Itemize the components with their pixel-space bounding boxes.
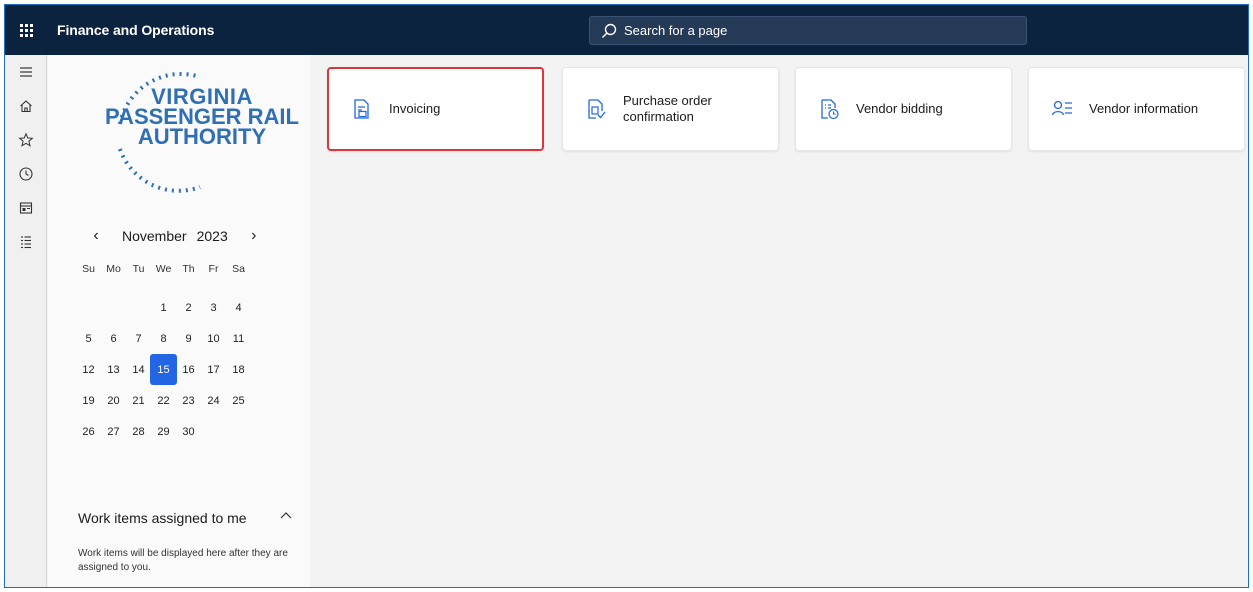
logo-text: VIRGINIA PASSENGER RAIL AUTHORITY	[102, 86, 302, 149]
home-button[interactable]	[5, 89, 47, 123]
tile-purchase-order-confirmation[interactable]: Purchase order confirmation	[562, 67, 779, 151]
chevron-up-icon	[280, 512, 292, 519]
calendar-day[interactable]: 18	[226, 354, 251, 385]
calendar-month[interactable]: November	[122, 228, 187, 244]
calendar-day[interactable]: 28	[126, 416, 151, 447]
star-icon	[18, 132, 34, 147]
calendar-day[interactable]: 27	[101, 416, 126, 447]
next-month-button[interactable]: ›	[242, 224, 266, 248]
tile-label: Invoicing	[389, 101, 441, 116]
calendar-day[interactable]: 1	[151, 292, 176, 323]
work-items-title: Work items assigned to me	[78, 510, 247, 526]
workspace-icon	[19, 202, 33, 214]
calendar-header: ‹ November 2023 ›	[78, 223, 288, 249]
tile-label: Vendor bidding	[856, 101, 943, 116]
calendar-day[interactable]: 19	[76, 385, 101, 416]
vendor-bidding-icon	[821, 99, 839, 120]
calendar-day[interactable]: 6	[101, 323, 126, 354]
previous-month-button[interactable]: ‹	[84, 224, 108, 248]
calendar-day[interactable]: 3	[201, 292, 226, 323]
calendar-day[interactable]: 11	[226, 323, 251, 354]
left-column: VIRGINIA PASSENGER RAIL AUTHORITY ‹ Nove…	[48, 55, 310, 587]
calendar-day[interactable]: 20	[101, 385, 126, 416]
invoice-document-icon	[354, 99, 369, 119]
calendar-day[interactable]: 22	[151, 385, 176, 416]
tile-vendor-bidding[interactable]: Vendor bidding	[795, 67, 1012, 151]
weekday-header: Mo	[106, 263, 121, 275]
calendar-day[interactable]: 5	[76, 323, 101, 354]
weekday-header: Fr	[208, 263, 219, 275]
calendar-day[interactable]: 21	[126, 385, 151, 416]
app-launcher-button[interactable]	[5, 5, 47, 55]
home-icon	[20, 100, 32, 113]
workspaces-button[interactable]	[5, 191, 47, 225]
weekday-header: Su	[82, 263, 95, 275]
calendar-day[interactable]: 25	[226, 385, 251, 416]
calendar-day[interactable]: 4	[226, 292, 251, 323]
calendar-grid: Su Mo Tu We Th Fr Sa 1 2 3 4 5 6 7 8 9 10 11 12 13 14 15 16 17 1…	[76, 261, 251, 447]
search-box[interactable]: Search for a page	[589, 16, 1027, 45]
weekday-header: We	[155, 263, 172, 275]
calendar-day[interactable]: 7	[126, 323, 151, 354]
modules-button[interactable]	[5, 225, 47, 259]
hamburger-menu-icon	[20, 67, 32, 77]
list-icon	[21, 236, 31, 249]
weekday-header: Th	[182, 263, 195, 275]
calendar-day-today[interactable]: 15	[150, 354, 177, 385]
purchase-order-icon	[588, 99, 606, 119]
calendar-day[interactable]: 24	[201, 385, 226, 416]
clock-icon	[19, 167, 33, 181]
calendar-day[interactable]: 2	[176, 292, 201, 323]
search-icon	[602, 23, 617, 38]
waffle-icon	[19, 23, 33, 37]
vendor-information-icon	[1051, 100, 1072, 116]
calendar-day[interactable]: 29	[151, 416, 176, 447]
navigation-pane	[5, 55, 47, 587]
logo-line-3: AUTHORITY	[137, 124, 267, 149]
tile-vendor-information[interactable]: Vendor information	[1028, 67, 1245, 151]
favorites-button[interactable]	[5, 123, 47, 157]
calendar-day[interactable]: 8	[151, 323, 176, 354]
calendar-day[interactable]: 26	[76, 416, 101, 447]
recent-button[interactable]	[5, 157, 47, 191]
calendar-day[interactable]: 10	[201, 323, 226, 354]
app-title: Finance and Operations	[57, 22, 215, 38]
calendar-day[interactable]: 30	[176, 416, 201, 447]
calendar-year[interactable]: 2023	[197, 228, 228, 244]
weekday-header: Tu	[132, 263, 145, 275]
tile-label: Vendor information	[1089, 101, 1199, 116]
app-window: Finance and Operations Search for a page	[4, 4, 1249, 588]
tile-label: Purchase order confirmation	[623, 93, 712, 124]
calendar-day[interactable]: 23	[176, 385, 201, 416]
calendar-day[interactable]: 16	[176, 354, 201, 385]
collapse-chevron-button[interactable]	[279, 507, 293, 523]
hamburger-menu-button[interactable]	[5, 55, 47, 89]
top-bar: Finance and Operations Search for a page	[5, 5, 1248, 55]
calendar-day[interactable]: 14	[126, 354, 151, 385]
calendar-day[interactable]: 12	[76, 354, 101, 385]
calendar-day[interactable]: 9	[176, 323, 201, 354]
weekday-header: Sa	[232, 263, 245, 275]
work-items-description: Work items will be displayed here after …	[78, 548, 288, 573]
search-input[interactable]: Search for a page	[624, 23, 727, 38]
tile-invoicing[interactable]: Invoicing	[327, 67, 544, 151]
calendar-day[interactable]: 13	[101, 354, 126, 385]
calendar-day[interactable]: 17	[201, 354, 226, 385]
